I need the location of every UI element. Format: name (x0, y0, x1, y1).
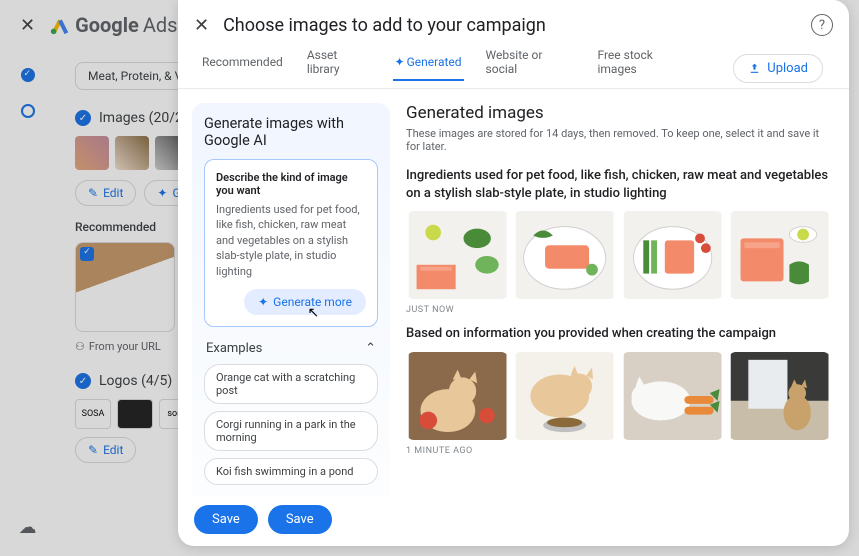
generated-image[interactable] (406, 211, 509, 299)
tab-asset-library[interactable]: Asset library (305, 48, 373, 88)
modal-footer: Save Save (178, 495, 849, 546)
generated-image[interactable] (621, 352, 724, 440)
generated-row-1 (406, 211, 831, 299)
example-chip[interactable]: Orange cat with a scratching post (204, 364, 378, 404)
prompt-box[interactable]: Describe the kind of image you want Ingr… (204, 159, 378, 327)
chevron-up-icon: ⌃ (365, 341, 376, 356)
modal-header: ✕ Choose images to add to your campaign … (178, 0, 849, 36)
generate-more-button[interactable]: ✦ Generate more ↖ (244, 289, 366, 315)
sparkle-icon: ✦ (395, 55, 405, 69)
upload-icon (748, 62, 761, 75)
tab-recommended[interactable]: Recommended (200, 55, 285, 81)
generate-title: Generate images with Google AI (204, 115, 378, 149)
tabs: Recommended Asset library ✦Generated Web… (178, 36, 849, 89)
save-button[interactable]: Save (194, 505, 258, 534)
results-subtitle: These images are stored for 14 days, the… (406, 127, 831, 153)
timestamp: 1 MINUTE AGO (406, 446, 831, 456)
cursor-icon: ↖ (307, 305, 319, 321)
help-icon[interactable]: ? (811, 14, 833, 36)
prompt-label: Describe the kind of image you want (216, 171, 366, 197)
results-panel: Generated images These images are stored… (400, 89, 849, 495)
save-button[interactable]: Save (268, 505, 332, 534)
modal-title: Choose images to add to your campaign (223, 15, 797, 36)
tab-stock[interactable]: Free stock images (595, 48, 693, 88)
example-chip[interactable]: Koi fish swimming in a pond (204, 458, 378, 485)
generated-row-2 (406, 352, 831, 440)
sparkle-icon: ✦ (258, 295, 268, 309)
group-title: Based on information you provided when c… (406, 325, 831, 343)
generated-image[interactable] (513, 352, 616, 440)
generated-image[interactable] (728, 211, 831, 299)
close-icon[interactable]: ✕ (194, 15, 209, 36)
results-title: Generated images (406, 103, 831, 123)
prompt-text[interactable]: Ingredients used for pet food, like fish… (216, 202, 366, 279)
generated-image[interactable] (406, 352, 509, 440)
tab-generated[interactable]: ✦Generated (393, 55, 464, 81)
group-title: Ingredients used for pet food, like fish… (406, 167, 831, 203)
generated-image[interactable] (728, 352, 831, 440)
upload-button[interactable]: Upload (733, 54, 823, 83)
generated-image[interactable] (513, 211, 616, 299)
tab-website[interactable]: Website or social (484, 48, 576, 88)
timestamp: JUST NOW (406, 305, 831, 315)
examples-header[interactable]: Examples ⌃ (206, 341, 376, 356)
image-picker-modal: ✕ Choose images to add to your campaign … (178, 0, 849, 546)
generated-image[interactable] (621, 211, 724, 299)
generate-panel: Generate images with Google AI Describe … (178, 89, 400, 495)
example-chip[interactable]: Corgi running in a park in the morning (204, 411, 378, 451)
